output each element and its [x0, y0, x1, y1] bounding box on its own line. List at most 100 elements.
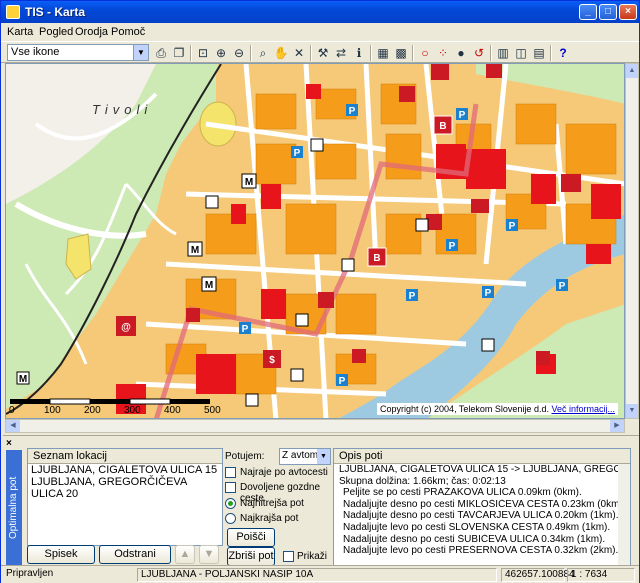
- svg-text:P: P: [485, 288, 492, 299]
- svg-text:P: P: [509, 221, 516, 232]
- toolbar-separator: [310, 45, 312, 61]
- zoom-out-icon[interactable]: ⊖: [231, 45, 247, 61]
- panel-left-icon[interactable]: ▥: [495, 45, 511, 61]
- travel-mode-value: Z avtom: [282, 450, 319, 461]
- scroll-left-icon[interactable]: ◀: [6, 420, 20, 432]
- svg-text:M: M: [19, 374, 27, 385]
- clear-route-button[interactable]: Zbriši pot: [227, 547, 275, 566]
- svg-text:P: P: [349, 106, 356, 117]
- scale-label: 400: [164, 405, 181, 416]
- fastest-radio[interactable]: [225, 498, 236, 509]
- toolbar-separator: [412, 45, 414, 61]
- title-bar[interactable]: TIS - Karta _ □ ×: [1, 1, 639, 23]
- panel-right-icon[interactable]: ▤: [531, 45, 547, 61]
- scale-label: 0: [9, 405, 15, 416]
- route-line: Nadaljujte desno po cesti TAVČARJEVA ULI…: [343, 510, 619, 522]
- clear-icon[interactable]: ✕: [291, 45, 307, 61]
- scroll-up-icon[interactable]: ▲: [626, 64, 638, 78]
- shortest-label: Najkrajša pot: [240, 513, 299, 524]
- svg-text:P: P: [339, 376, 346, 387]
- menu-orodja[interactable]: Orodja: [75, 26, 108, 38]
- scroll-down-icon[interactable]: ▼: [626, 404, 638, 418]
- list-item[interactable]: LJUBLJANA, CIGALETOVA ULICA 15: [28, 464, 222, 476]
- route-icon[interactable]: ⇄: [333, 45, 349, 61]
- copy-icon[interactable]: ❐: [171, 45, 187, 61]
- route-panel: × Optimalna pot Seznam lokacij LJUBLJANA…: [3, 435, 639, 577]
- maximize-button[interactable]: □: [599, 4, 617, 20]
- close-button[interactable]: ×: [619, 4, 637, 20]
- menu-bar: Karta Pogled Orodja Pomoč: [1, 23, 639, 41]
- circle-icon[interactable]: ●: [453, 45, 469, 61]
- toolbar-separator: [490, 45, 492, 61]
- highway-label: Najraje po avtocesti: [240, 467, 328, 478]
- multi-point-icon[interactable]: ⁘: [435, 45, 451, 61]
- window-title: TIS - Karta: [25, 5, 86, 19]
- tab-optimal-route[interactable]: Optimalna pot: [6, 450, 22, 565]
- remove-location-button[interactable]: Odstrani lokacijo: [99, 545, 171, 577]
- highway-checkbox[interactable]: [225, 467, 236, 478]
- zoom-in-icon[interactable]: ⊕: [213, 45, 229, 61]
- chevron-down-icon: ▼: [317, 449, 330, 464]
- scroll-right-icon[interactable]: ▶: [610, 420, 624, 432]
- help-icon[interactable]: ?: [555, 45, 571, 61]
- route-line: Skupna dolžina: 1.66km; čas: 0:02:13: [339, 475, 506, 487]
- print-icon[interactable]: ⎙: [153, 45, 169, 61]
- route-description[interactable]: Opis poti LJUBLJANA, CIGALETOVA ULICA 15…: [333, 448, 631, 566]
- svg-text:M: M: [205, 280, 213, 291]
- measure-icon[interactable]: ⚒: [315, 45, 331, 61]
- move-up-button[interactable]: ▲: [175, 545, 195, 564]
- location-list-header: Seznam lokacij: [28, 449, 222, 464]
- zoom-window-icon[interactable]: ⊡: [195, 45, 211, 61]
- search-icon[interactable]: ⌕: [255, 45, 271, 61]
- route-line: Nadaljujte desno po cesti MIKLOŠIČEVA CE…: [343, 498, 626, 510]
- move-down-button[interactable]: ▼: [199, 545, 219, 564]
- toolbar-separator: [550, 45, 552, 61]
- travel-mode-select[interactable]: Z avtom ▼: [279, 448, 331, 465]
- location-list-button[interactable]: Spisek lokacij: [27, 545, 95, 577]
- status-coords: 462657.100884: [501, 568, 575, 582]
- find-route-button[interactable]: Poišči pot: [227, 528, 275, 560]
- status-address: LJUBLJANA - POLJANSKI NASIP 10A: [137, 568, 497, 582]
- route-line: Nadaljujte levo po cesti SLOVENSKA CESTA…: [343, 521, 611, 533]
- svg-text:M: M: [191, 245, 199, 256]
- svg-text:P: P: [294, 148, 301, 159]
- svg-text:M: M: [245, 177, 253, 188]
- scale-label: 100: [44, 405, 61, 416]
- pan-hand-icon[interactable]: ✋: [273, 45, 289, 61]
- svg-text:P: P: [459, 110, 466, 121]
- map-view[interactable]: B B M M M M P P P P P P P P P P @ $ Tivo…: [5, 63, 625, 419]
- more-info-link[interactable]: Več informacij...: [551, 404, 615, 414]
- toolbar-separator: [190, 45, 192, 61]
- route-line: Nadaljujte levo po cesti PREŠERNOVA CEST…: [343, 545, 619, 557]
- point-icon[interactable]: ○: [417, 45, 433, 61]
- map-vertical-scrollbar[interactable]: ▲ ▼: [625, 63, 639, 419]
- layer-select[interactable]: Vse ikone ▼: [7, 44, 149, 61]
- layers-icon[interactable]: ▦: [375, 45, 391, 61]
- location-list[interactable]: Seznam lokacij LJUBLJANA, CIGALETOVA ULI…: [27, 448, 223, 546]
- route-description-scrollbar[interactable]: [618, 464, 630, 565]
- scale-bar: 0 100 200 300 400 500: [8, 398, 223, 416]
- menu-pogled[interactable]: Pogled: [39, 26, 73, 38]
- map-horizontal-scrollbar[interactable]: ◀ ▶: [5, 419, 625, 433]
- svg-text:B: B: [373, 253, 380, 264]
- layers-alt-icon[interactable]: ▩: [393, 45, 409, 61]
- toolbar: Vse ikone ▼ ⎙ ❐ ⊡ ⊕ ⊖ ⌕ ✋ ✕ ⚒ ⇄ ℹ ▦ ▩ ○ …: [1, 41, 639, 63]
- shortest-radio[interactable]: [225, 513, 236, 524]
- route-line: Nadaljujte desno po cesti ŠUBIČEVA ULICA…: [343, 533, 606, 545]
- forest-roads-checkbox[interactable]: [225, 482, 236, 493]
- status-text: Pripravljen: [6, 568, 54, 579]
- chevron-down-icon: ▼: [133, 45, 148, 60]
- minimize-button[interactable]: _: [579, 4, 597, 20]
- app-window: TIS - Karta _ □ × Karta Pogled Orodja Po…: [0, 0, 640, 583]
- route-line: LJUBLJANA, CIGALETOVA ULICA 15 -> LJUBLJ…: [339, 464, 630, 475]
- map-canvas[interactable]: B B M M M M P P P P P P P P P P @ $: [6, 64, 625, 419]
- scale-label: 500: [204, 405, 221, 416]
- panel-close-icon[interactable]: ×: [6, 438, 12, 449]
- show-checkbox[interactable]: [283, 551, 294, 562]
- reverse-icon[interactable]: ↺: [471, 45, 487, 61]
- panel-split-icon[interactable]: ◫: [513, 45, 529, 61]
- menu-karta[interactable]: Karta: [7, 26, 33, 38]
- list-item[interactable]: LJUBLJANA, GREGORČIČEVA ULICA 20: [28, 476, 222, 500]
- menu-pomoc[interactable]: Pomoč: [111, 26, 145, 38]
- info-icon[interactable]: ℹ: [351, 45, 367, 61]
